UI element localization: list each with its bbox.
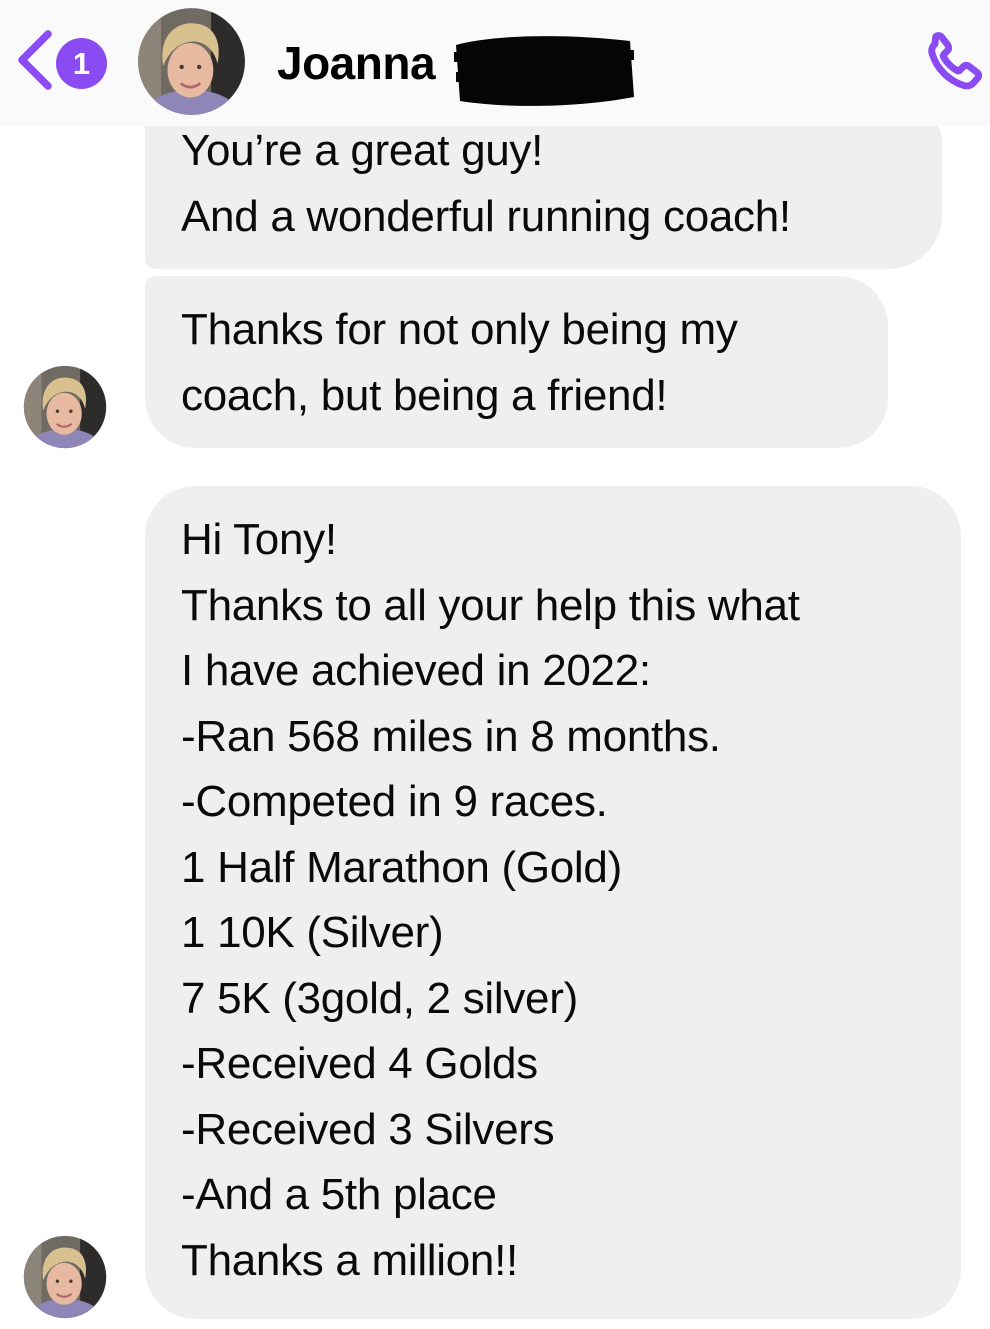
message-line: -Received 3 Silvers [181,1104,555,1154]
contact-name[interactable]: Joanna [277,33,436,93]
message-line: 7 5K (3gold, 2 silver) [181,973,578,1023]
message-bubble[interactable]: You’re a great guy! And a wonderful runn… [145,108,942,269]
message-bubble[interactable]: Thanks for not only being my coach, but … [145,276,888,448]
conversation-header: 1 Joanna [0,0,990,126]
message-line: And a wonderful running coach! [181,191,791,241]
message-line: Thanks a million!! [181,1235,518,1285]
message-line: I have achieved in 2022: [181,646,651,695]
unread-count-badge[interactable]: 1 [56,38,107,89]
contact-avatar[interactable] [23,1235,107,1319]
message-line: -Ran 568 miles in 8 months. [181,711,721,761]
message-line: -And a 5th place [181,1170,497,1219]
contact-avatar[interactable] [23,365,107,449]
message-line: Thanks to all your help this what [181,580,800,630]
message-line: coach, but being a friend! [181,370,668,420]
phone-call-icon[interactable] [916,27,988,99]
redaction-scribble [453,36,635,106]
message-bubble[interactable]: Hi Tony! Thanks to all your help this wh… [145,486,961,1319]
message-line: 1 10K (Silver) [181,908,444,957]
message-line: -Received 4 Golds [181,1039,538,1088]
message-line: -Competed in 9 races. [181,777,608,826]
message-line: Hi Tony! [181,515,337,564]
message-line: You’re a great guy! [181,126,544,175]
contact-avatar[interactable] [137,7,246,116]
chevron-left-icon[interactable] [12,28,58,92]
message-line: 1 Half Marathon (Gold) [181,842,622,892]
message-line: Thanks for not only being my [181,305,738,354]
